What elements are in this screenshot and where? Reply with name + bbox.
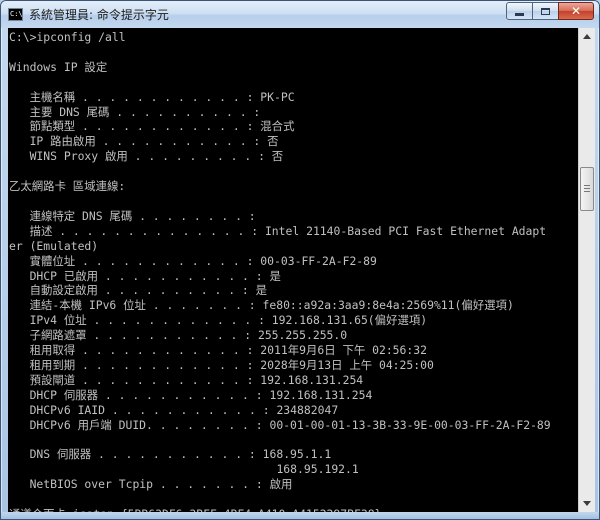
- maximize-icon: [541, 7, 550, 15]
- console-line: 描述 . . . . . . . . . . . . . . : Intel 2…: [9, 223, 547, 238]
- console-line: 節點類型 . . . . . . . . . . . . : 混合式: [9, 119, 295, 134]
- console-line: 連結-本機 IPv6 位址 . . . . . . . : fe80::a92a…: [9, 298, 514, 313]
- thumb-grip-line: [584, 187, 590, 189]
- console-line: DHCP 伺服器 . . . . . . . . . . . : 192.168…: [9, 387, 373, 402]
- console-line: 乙太網路卡 區域連線:: [9, 179, 126, 194]
- title-bar[interactable]: C:\ 系統管理員: 命令提示字元 ✕: [1, 1, 599, 28]
- console-line: DNS 伺服器 . . . . . . . . . . . : 168.95.1…: [9, 447, 332, 462]
- console-line: 租用取得 . . . . . . . . . . . . : 2011年9月6日…: [9, 343, 427, 358]
- scroll-thumb[interactable]: [580, 166, 594, 211]
- thumb-grip-line: [584, 184, 590, 186]
- console-line: 主要 DNS 尾碼 . . . . . . . . . . :: [9, 104, 261, 119]
- console-line: DHCPv6 IAID . . . . . . . . . . . : 2348…: [9, 402, 339, 417]
- console-line: 實體位址 . . . . . . . . . . . . : 00-03-FF-…: [9, 253, 377, 268]
- console-line: DHCPv6 用戶端 DUID. . . . . . . . : 00-01-0…: [9, 417, 551, 432]
- console-line: 自動設定啟用 . . . . . . . . . . : 是: [9, 283, 268, 298]
- console-line: 168.95.192.1: [9, 462, 359, 477]
- console-line: 連線特定 DNS 尾碼 . . . . . . . . :: [9, 208, 256, 223]
- console-line: WINS Proxy 啟用 . . . . . . . . . : 否: [9, 149, 284, 164]
- console-line: NetBIOS over Tcpip . . . . . . . : 啟用: [9, 477, 293, 492]
- window-title: 系統管理員: 命令提示字元: [29, 8, 169, 22]
- window-bottom-border: [1, 512, 599, 519]
- console-line: C:\>ipconfig /all: [9, 30, 126, 44]
- scroll-up-arrow-icon: [583, 34, 591, 39]
- minimize-button[interactable]: [506, 2, 533, 20]
- console-text: C:\>ipconfig /all Windows IP 設定 主機名稱 . .…: [9, 30, 551, 512]
- console-line: IP 路由啟用 . . . . . . . . . . . : 否: [9, 134, 279, 149]
- minimize-icon: [515, 12, 524, 16]
- scroll-down-arrow-icon: [583, 501, 591, 506]
- console-line: er (Emulated): [9, 238, 99, 253]
- command-prompt-window: C:\ 系統管理員: 命令提示字元 ✕ C:\>ipconfig /all Wi…: [0, 0, 600, 520]
- console-output[interactable]: C:\>ipconfig /all Windows IP 設定 主機名稱 . .…: [8, 28, 578, 512]
- thumb-grip-line: [584, 190, 590, 192]
- console-line: 預設閘道 . . . . . . . . . . . . : 192.168.1…: [9, 372, 364, 387]
- console-line: 子網路遮罩 . . . . . . . . . . . : 255.255.25…: [9, 328, 348, 343]
- console-line: IPv4 位址 . . . . . . . . . . . . : 192.16…: [9, 313, 428, 328]
- scroll-down-button[interactable]: [579, 495, 595, 512]
- console-line: 主機名稱 . . . . . . . . . . . . : PK-PC: [9, 89, 295, 104]
- close-button[interactable]: ✕: [558, 2, 594, 20]
- console-line: DHCP 已啟用 . . . . . . . . . . . : 是: [9, 268, 281, 283]
- cmd-icon[interactable]: C:\: [8, 8, 23, 21]
- scroll-up-button[interactable]: [579, 28, 595, 45]
- vertical-scrollbar[interactable]: [578, 28, 595, 512]
- console-line: Windows IP 設定: [9, 59, 108, 74]
- close-icon: ✕: [570, 4, 582, 18]
- maximize-button[interactable]: [532, 2, 559, 20]
- console-line: 租用到期 . . . . . . . . . . . . : 2028年9月13…: [9, 357, 434, 372]
